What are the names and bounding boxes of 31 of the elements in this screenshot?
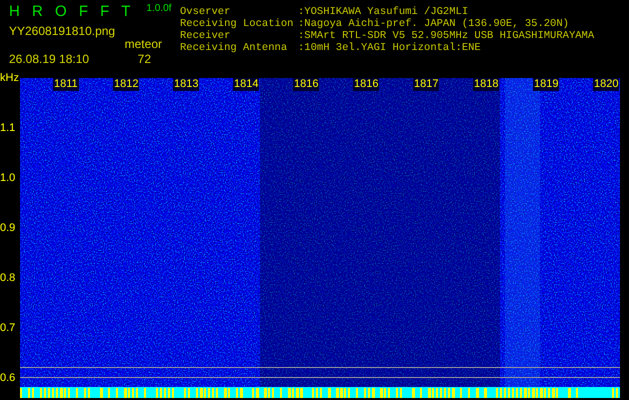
app-title: H R O F F T (9, 3, 134, 21)
time-label: 1812 (113, 78, 140, 91)
axis-label: 1.1 (0, 122, 16, 134)
time-label: 1818 (473, 78, 500, 91)
info-value: :YOSHIKAWA Yasufumi /JG2MLI (298, 6, 468, 18)
axis-label: 0.9 (0, 222, 16, 234)
info-value: :10mH 3el.YAGI Horizontal:ENE (298, 42, 481, 54)
info-label: Receiving Location (180, 18, 294, 30)
info-value: :Nagoya Aichi-pref. JAPAN (136.90E, 35.20N) (298, 18, 569, 30)
filename-label: YY2608191810.png (9, 24, 116, 38)
time-label: 1816 (353, 78, 380, 91)
time-label: 1813 (173, 78, 200, 91)
category-label: meteor (124, 37, 162, 51)
timestamp-label: 26.08.19 18:10 (9, 52, 90, 66)
axis-label: 0.7 (0, 322, 16, 334)
time-label: 1811 (53, 78, 79, 91)
version-label: 1.0.0f (146, 3, 172, 15)
axis-label: 1.0 (0, 172, 16, 184)
info-label: Ovserver (180, 6, 232, 18)
count-label: 72 (138, 52, 151, 66)
time-label: 1817 (413, 78, 440, 91)
axis-unit-label: kHz (0, 72, 19, 84)
time-label: 1816 (293, 78, 320, 91)
info-label: Receiver (180, 30, 232, 42)
info-label: Receiving Antenna (180, 42, 288, 54)
info-value: :SMArt RTL-SDR V5 52.905MHz USB HIGASHIMURAYAMA (298, 30, 594, 42)
time-label: 1820 (593, 78, 620, 91)
time-label: 1819 (533, 78, 560, 91)
axis-label: 0.6 (0, 372, 16, 384)
time-label: 1814 (233, 78, 260, 91)
axis-label: 0.8 (0, 272, 16, 284)
